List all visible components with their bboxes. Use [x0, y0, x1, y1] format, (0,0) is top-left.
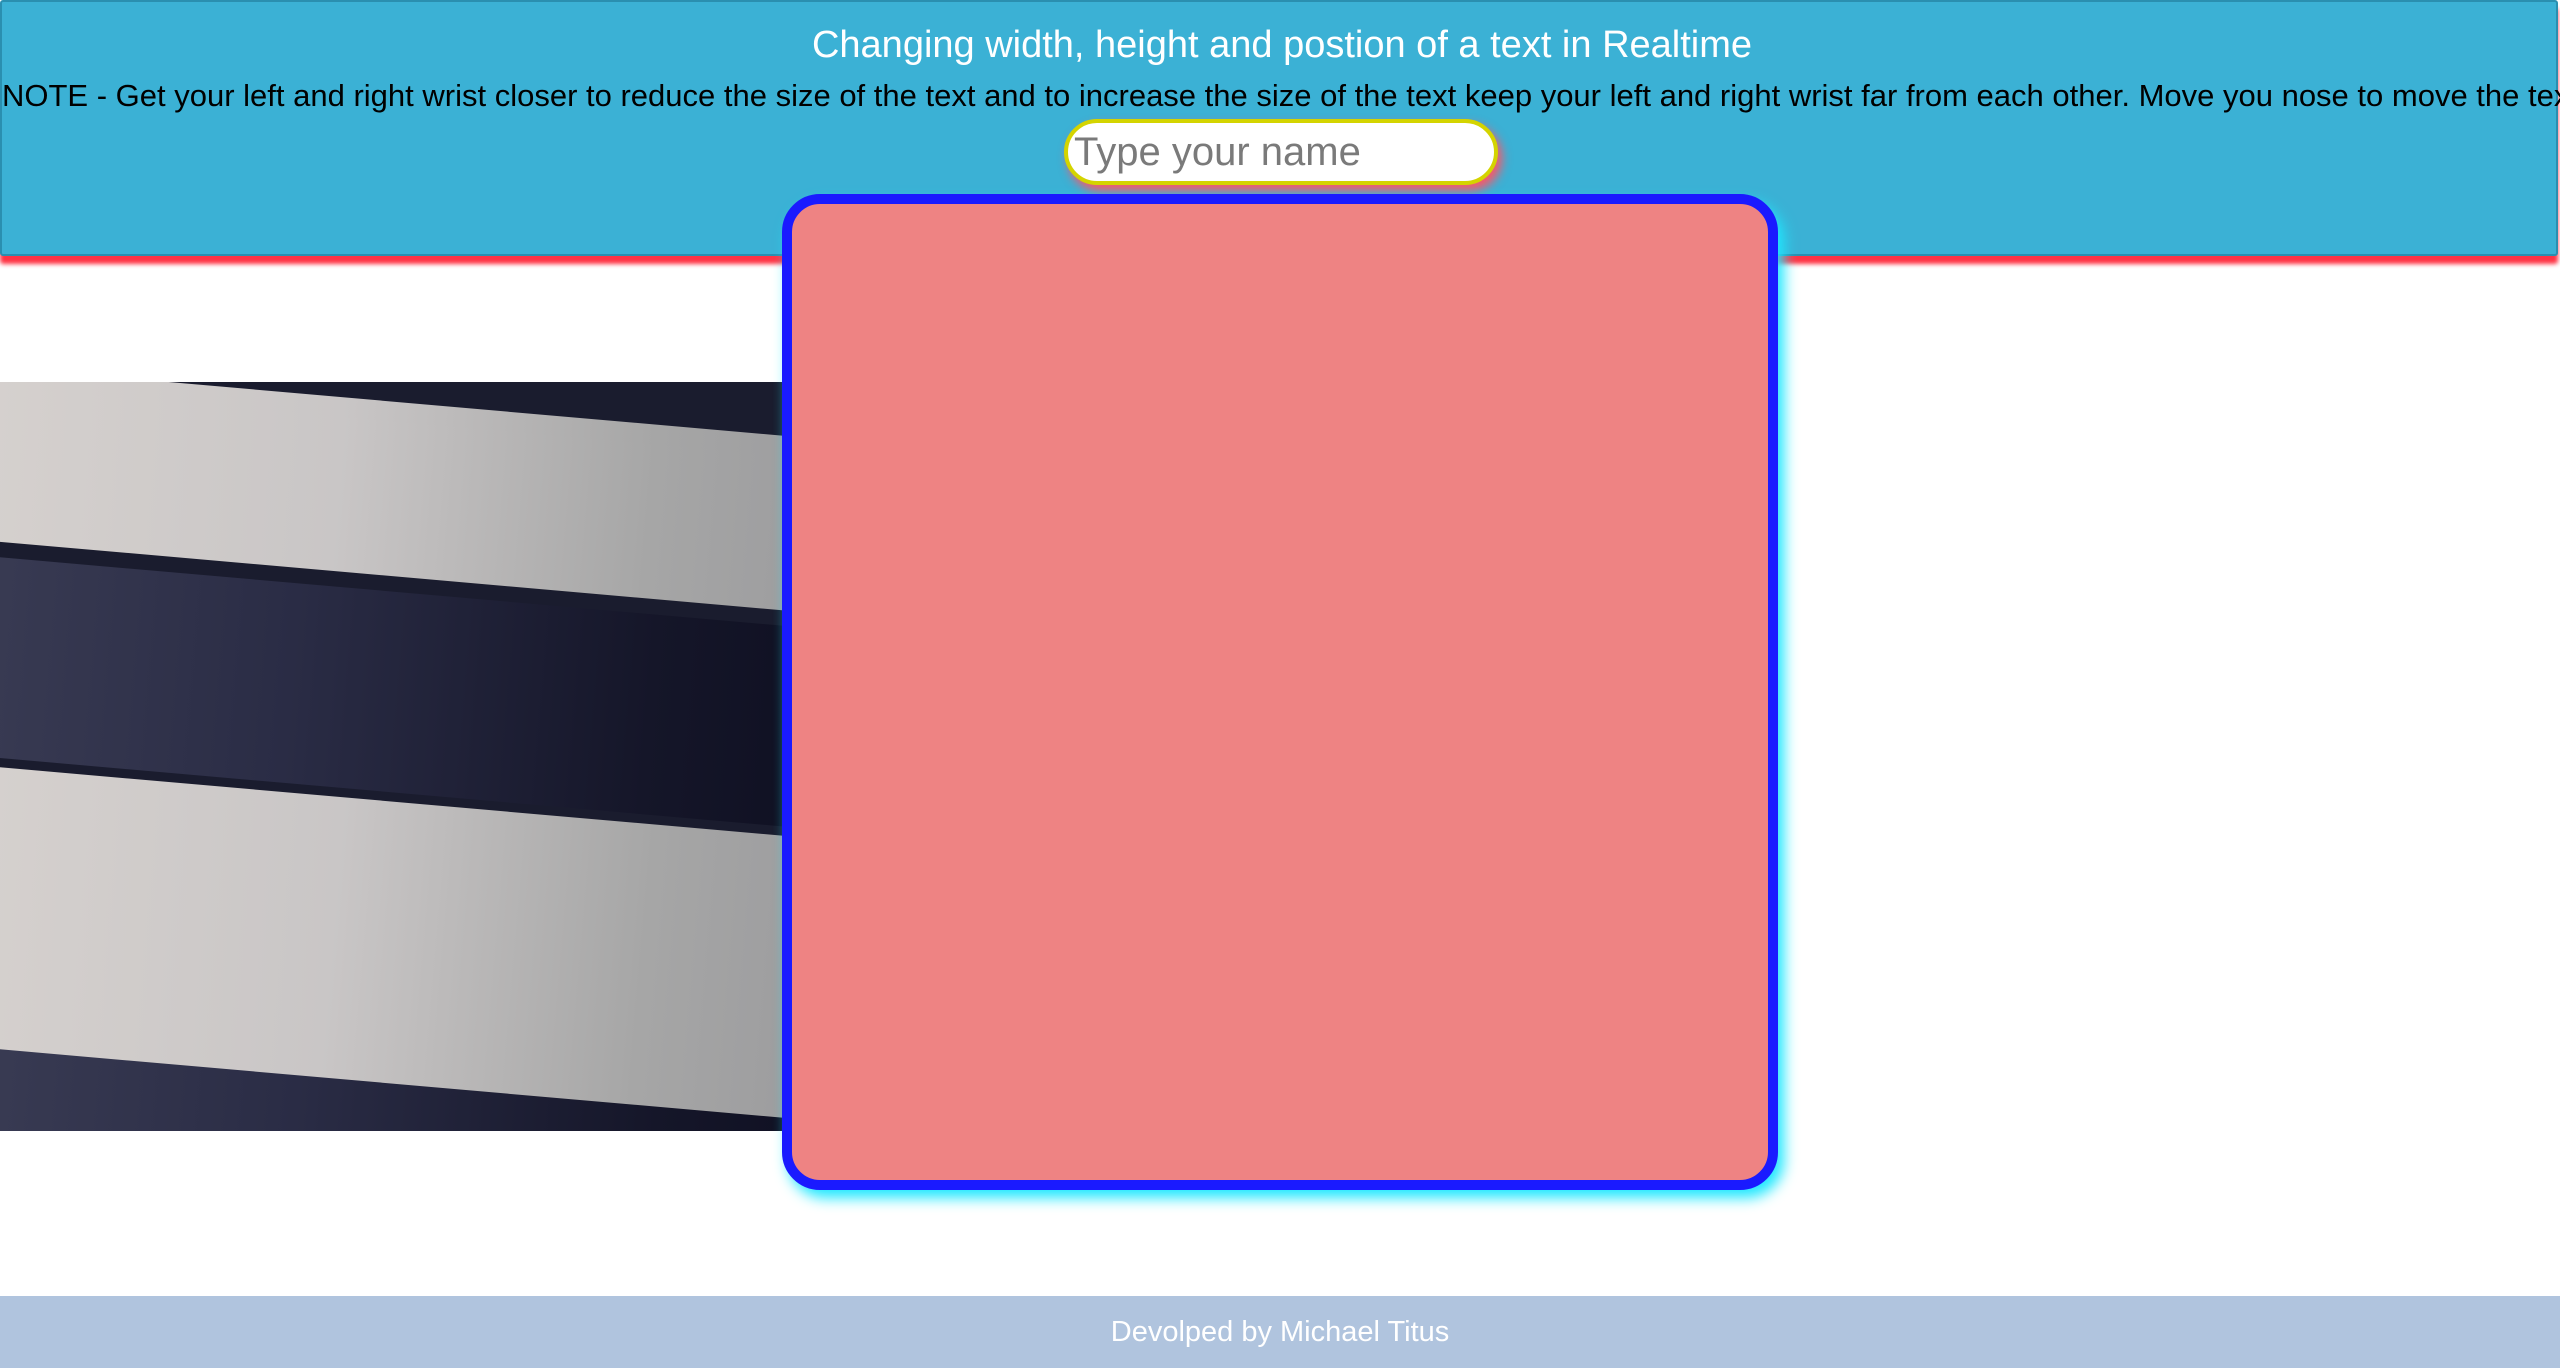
page-title: Changing width, height and postion of a …: [811, 24, 1753, 66]
text-canvas: [782, 194, 1778, 1190]
footer-credit: Devolped by Michael Titus: [1110, 1316, 1450, 1348]
footer: Devolped by Michael Titus: [0, 1296, 2560, 1368]
name-input[interactable]: [1064, 119, 1498, 185]
webcam-video: [0, 382, 782, 1131]
instructions-note: NOTE - Get your left and right wrist clo…: [2, 78, 2560, 113]
